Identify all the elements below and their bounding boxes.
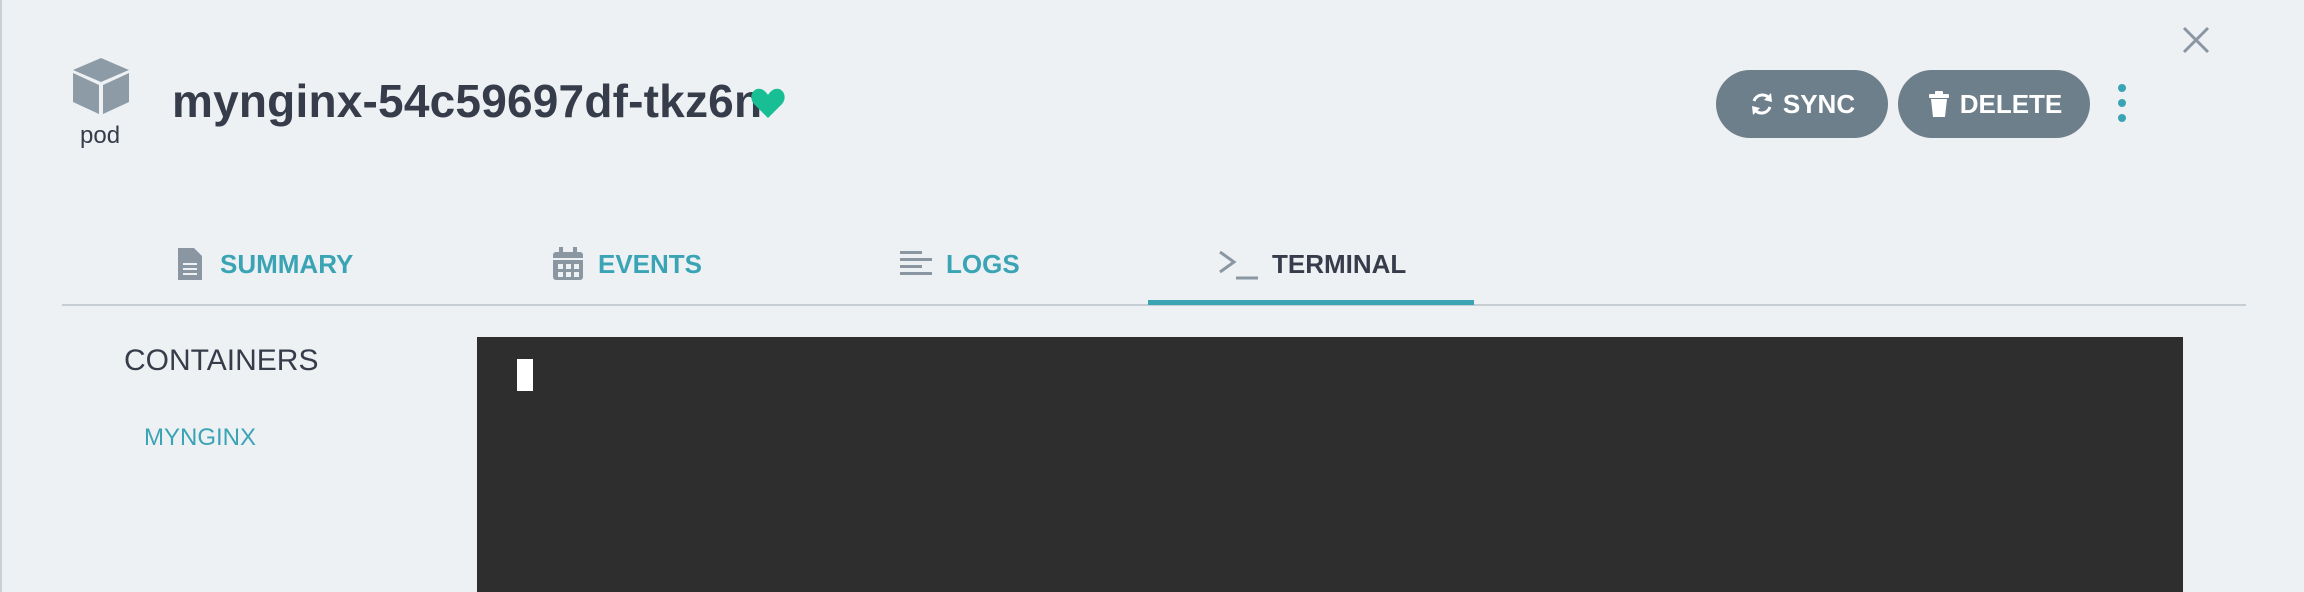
lines-icon: [900, 251, 932, 275]
sync-icon: [1751, 93, 1772, 115]
calendar-icon: [553, 247, 583, 280]
close-button[interactable]: [2178, 22, 2214, 58]
tab-terminal[interactable]: TERMINAL: [1216, 236, 1406, 292]
document-icon: [178, 248, 202, 280]
tab-logs[interactable]: LOGS: [898, 236, 1020, 292]
containers-heading: CONTAINERS: [124, 344, 319, 377]
sync-button[interactable]: SYNC: [1716, 70, 1888, 138]
trash-icon: [1928, 91, 1949, 117]
close-icon: [2182, 26, 2210, 54]
terminal-console[interactable]: [477, 337, 2183, 592]
page-title: mynginx-54c59697df-tkz6n: [172, 75, 763, 127]
tab-events-label: EVENTS: [598, 248, 703, 279]
panel-edge: [0, 0, 2, 592]
cube-icon: [73, 58, 129, 114]
tab-bar: SUMMARY EVENTS LOGS TERMINAL: [62, 226, 2246, 306]
active-tab-indicator: [1148, 300, 1474, 305]
delete-button-label: DELETE: [1959, 88, 2063, 119]
tab-summary[interactable]: SUMMARY: [172, 236, 353, 292]
resource-header: pod mynginx-54c59697df-tkz6n SYNC DELETE: [70, 56, 2220, 156]
container-item-mynginx[interactable]: MYNGINX: [144, 424, 256, 452]
terminal-icon: [1219, 250, 1258, 280]
vertical-dots-icon: [2110, 84, 2134, 122]
resource-kind-label: pod: [80, 122, 121, 149]
sync-button-label: SYNC: [1782, 88, 1856, 119]
tab-events[interactable]: EVENTS: [550, 236, 702, 292]
terminal-cursor: [517, 359, 533, 391]
tab-terminal-label: TERMINAL: [1272, 248, 1407, 279]
tab-summary-label: SUMMARY: [220, 248, 354, 279]
heart-icon: [751, 88, 785, 118]
tab-logs-label: LOGS: [946, 248, 1020, 279]
more-options-button[interactable]: [2110, 80, 2134, 128]
delete-button[interactable]: DELETE: [1898, 70, 2090, 138]
